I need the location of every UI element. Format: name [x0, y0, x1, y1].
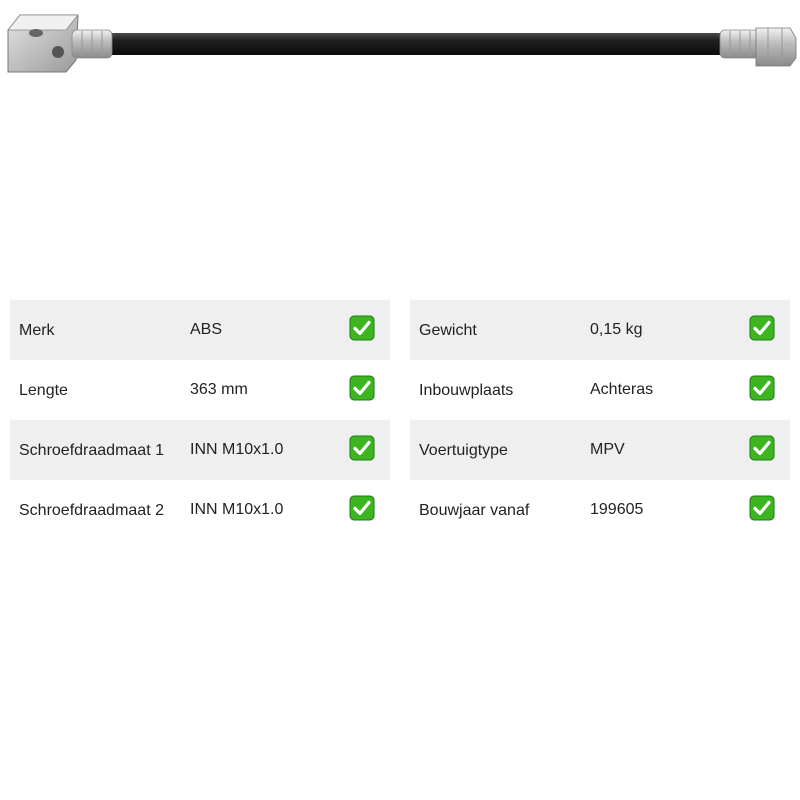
spec-row: Schroefdraadmaat 1 INN M10x1.0 [10, 420, 390, 480]
spec-label: Gewicht [419, 322, 477, 339]
spec-value: MPV [590, 441, 625, 458]
right-hex-nut [755, 27, 797, 67]
spec-label: Inbouwplaats [419, 382, 514, 399]
spec-table-left: Merk ABS Lengte 363 mm Schroefdraadmaat 1 INN… [10, 300, 390, 540]
spec-label: Bouwjaar vanaf [419, 502, 530, 519]
spec-row: Merk ABS [10, 300, 390, 360]
spec-label: Lengte [19, 382, 68, 399]
check-icon [349, 315, 375, 341]
spec-label: Schroefdraadmaat 1 [19, 442, 164, 459]
spec-value: ABS [190, 321, 223, 338]
spec-value: 199605 [590, 501, 644, 518]
check-icon [349, 375, 375, 401]
spec-table-right: Gewicht 0,15 kg Inbouwplaats Achteras Voertu… [410, 300, 790, 540]
check-icon [749, 495, 775, 521]
check-icon [749, 375, 775, 401]
brake-hose-image [7, 14, 797, 73]
spec-value: Achteras [590, 381, 654, 398]
spec-row: Inbouwplaats Achteras [410, 360, 790, 420]
spec-value: INN M10x1.0 [190, 441, 284, 458]
spec-row: Schroefdraadmaat 2 INN M10x1.0 [10, 480, 390, 540]
hose-body [108, 33, 728, 55]
spec-value: 363 mm [190, 381, 248, 398]
spec-value: 0,15 kg [590, 321, 643, 338]
spec-label: Voertuigtype [419, 442, 508, 459]
check-icon [349, 495, 375, 521]
spec-row: Voertuigtype MPV [410, 420, 790, 480]
spec-label: Merk [19, 322, 55, 339]
check-icon [349, 435, 375, 461]
spec-value: INN M10x1.0 [190, 501, 284, 518]
check-icon [749, 435, 775, 461]
spec-label: Schroefdraadmaat 2 [19, 502, 164, 519]
spec-row: Gewicht 0,15 kg [410, 300, 790, 360]
check-icon [749, 315, 775, 341]
spec-row: Lengte 363 mm [10, 360, 390, 420]
spec-row: Bouwjaar vanaf 199605 [410, 480, 790, 540]
